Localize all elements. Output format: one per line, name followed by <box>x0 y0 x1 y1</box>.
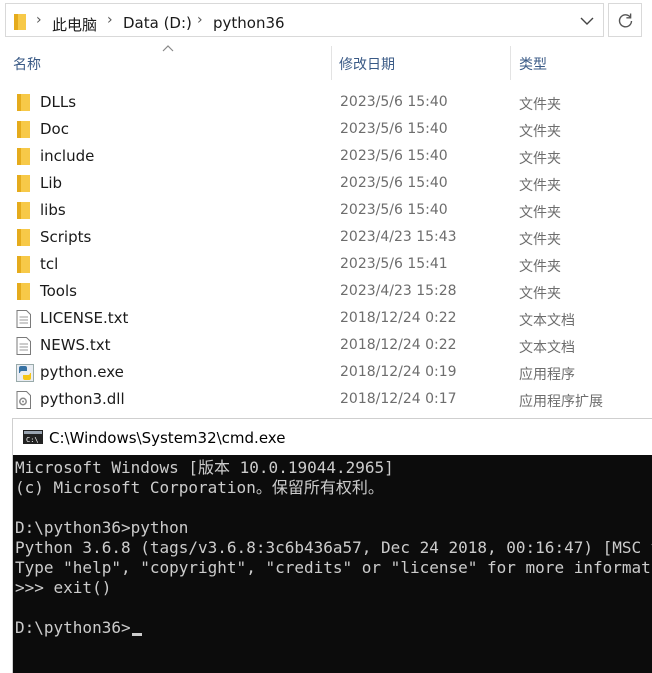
dll-file-icon <box>16 391 34 409</box>
file-name: tcl <box>40 255 59 273</box>
text-file-icon <box>16 337 34 355</box>
file-type: 应用程序 <box>519 367 575 383</box>
console-output[interactable]: Microsoft Windows [版本 10.0.19044.2965] (… <box>15 458 652 638</box>
file-modified-date: 2018/12/24 0:19 <box>340 364 457 380</box>
address-bar[interactable]: › 此电脑 › Data (D:) › python36 <box>5 3 604 37</box>
console-line: (c) Microsoft Corporation。保留所有权利。 <box>15 478 384 497</box>
console-prompt-line[interactable]: D:\python36> <box>15 618 652 638</box>
file-name: DLLs <box>40 93 77 111</box>
file-name: Lib <box>40 174 63 192</box>
cmd-icon: C:\ <box>23 430 43 444</box>
folder-icon <box>16 94 34 112</box>
refresh-icon <box>618 13 633 28</box>
file-name: NEWS.txt <box>40 336 111 354</box>
file-modified-date: 2023/5/6 15:40 <box>340 121 448 137</box>
file-name: python3.dll <box>40 390 125 408</box>
console-line: >>> exit() <box>15 578 112 597</box>
address-bar-area: › 此电脑 › Data (D:) › python36 <box>0 0 652 44</box>
breadcrumb-folder[interactable]: python36 <box>213 14 285 32</box>
file-row[interactable]: Tools 2023/4/23 15:28 文件夹 <box>0 278 652 305</box>
file-name: Doc <box>40 120 69 138</box>
file-row[interactable]: LICENSE.txt 2018/12/24 0:22 文本文档 <box>0 305 652 332</box>
file-type: 文件夹 <box>519 286 561 302</box>
file-type: 文件夹 <box>519 232 561 248</box>
file-name: Tools <box>40 282 77 300</box>
file-name: libs <box>40 201 66 219</box>
cmd-title-bar[interactable]: C:\ C:\Windows\System32\cmd.exe <box>13 419 652 455</box>
column-header-type[interactable]: 类型 <box>519 54 547 74</box>
folder-icon <box>16 175 34 193</box>
file-modified-date: 2023/4/23 15:43 <box>340 229 457 245</box>
console-line: Python 3.6.8 (tags/v3.6.8:3c6b436a57, De… <box>15 538 652 557</box>
cmd-window-title: C:\Windows\System32\cmd.exe <box>49 429 286 447</box>
folder-icon <box>16 283 34 301</box>
file-type: 应用程序扩展 <box>519 394 603 410</box>
breadcrumb-chevron-icon: › <box>36 12 42 28</box>
file-row[interactable]: python.exe 2018/12/24 0:19 应用程序 <box>0 359 652 386</box>
text-cursor <box>131 633 142 636</box>
file-explorer-window: › 此电脑 › Data (D:) › python36 名称 修改日期 类型 … <box>0 0 652 420</box>
file-type: 文件夹 <box>519 97 561 113</box>
file-modified-date: 2023/5/6 15:40 <box>340 175 448 191</box>
file-row[interactable]: Scripts 2023/4/23 15:43 文件夹 <box>0 224 652 251</box>
file-row[interactable]: python3.dll 2018/12/24 0:17 应用程序扩展 <box>0 386 652 413</box>
console-line: Type "help", "copyright", "credits" or "… <box>15 558 652 577</box>
file-type: 文件夹 <box>519 205 561 221</box>
file-row[interactable]: include 2023/5/6 15:40 文件夹 <box>0 143 652 170</box>
file-row[interactable]: Lib 2023/5/6 15:40 文件夹 <box>0 170 652 197</box>
file-modified-date: 2023/4/23 15:28 <box>340 283 457 299</box>
breadcrumb-chevron-icon: › <box>107 12 113 28</box>
chevron-down-icon[interactable] <box>580 16 594 26</box>
file-modified-date: 2018/12/24 0:17 <box>340 391 457 407</box>
column-header-modified[interactable]: 修改日期 <box>339 54 395 74</box>
file-modified-date: 2023/5/6 15:41 <box>340 256 448 272</box>
file-type: 文件夹 <box>519 151 561 167</box>
file-type: 文本文档 <box>519 340 575 356</box>
column-header-name[interactable]: 名称 <box>13 54 41 74</box>
folder-icon <box>16 229 34 247</box>
folder-icon <box>16 202 34 220</box>
breadcrumb-this-pc[interactable]: 此电脑 <box>52 14 97 35</box>
file-row[interactable]: libs 2023/5/6 15:40 文件夹 <box>0 197 652 224</box>
file-name: LICENSE.txt <box>40 309 129 327</box>
console-prompt: D:\python36> <box>15 618 131 637</box>
file-name: python.exe <box>40 363 124 381</box>
file-type: 文件夹 <box>519 124 561 140</box>
folder-icon <box>14 14 26 30</box>
text-file-icon <box>16 310 34 328</box>
file-modified-date: 2023/5/6 15:40 <box>340 148 448 164</box>
file-row[interactable]: NEWS.txt 2018/12/24 0:22 文本文档 <box>0 332 652 359</box>
file-type: 文件夹 <box>519 178 561 194</box>
breadcrumb-drive[interactable]: Data (D:) <box>123 14 192 32</box>
file-modified-date: 2023/5/6 15:40 <box>340 94 448 110</box>
file-name: include <box>40 147 95 165</box>
folder-icon <box>16 148 34 166</box>
console-line: Microsoft Windows [版本 10.0.19044.2965] <box>15 458 394 477</box>
column-divider[interactable] <box>510 46 511 80</box>
cmd-window[interactable]: C:\ C:\Windows\System32\cmd.exe Microsof… <box>12 418 652 673</box>
column-header-row: 名称 修改日期 类型 <box>0 45 652 80</box>
file-type: 文件夹 <box>519 259 561 275</box>
file-row[interactable]: tcl 2023/5/6 15:41 文件夹 <box>0 251 652 278</box>
file-modified-date: 2023/5/6 15:40 <box>340 202 448 218</box>
breadcrumb-chevron-icon: › <box>197 12 203 28</box>
file-row[interactable]: Doc 2023/5/6 15:40 文件夹 <box>0 116 652 143</box>
python-exe-icon <box>16 364 34 382</box>
file-name: Scripts <box>40 228 92 246</box>
refresh-button[interactable] <box>608 3 642 37</box>
folder-icon <box>16 121 34 139</box>
svg-text:C:\: C:\ <box>26 436 39 444</box>
sort-ascending-icon <box>162 45 174 52</box>
file-modified-date: 2018/12/24 0:22 <box>340 310 457 326</box>
column-divider[interactable] <box>331 46 332 80</box>
console-line: D:\python36>python <box>15 518 189 537</box>
file-modified-date: 2018/12/24 0:22 <box>340 337 457 353</box>
file-type: 文本文档 <box>519 313 575 329</box>
file-row[interactable]: DLLs 2023/5/6 15:40 文件夹 <box>0 89 652 116</box>
folder-icon <box>16 256 34 274</box>
